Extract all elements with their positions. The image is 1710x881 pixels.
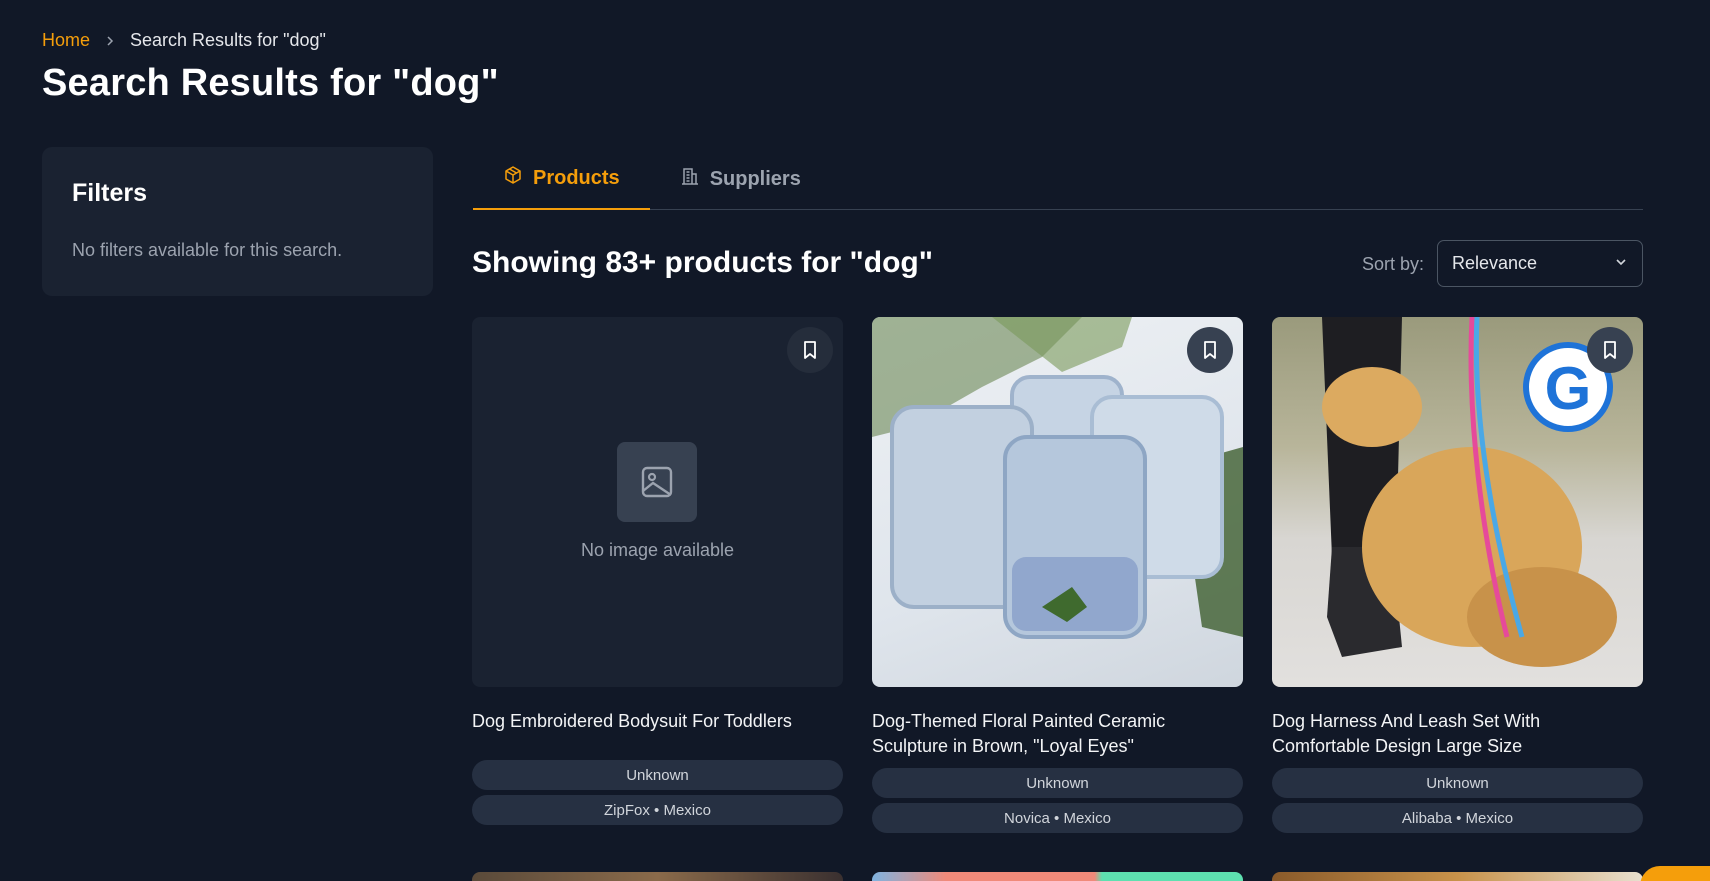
product-source-badge: Alibaba • Mexico — [1272, 803, 1643, 833]
search-results-page: Home Search Results for "dog" Search Res… — [0, 0, 1710, 881]
product-title[interactable]: Dog-Themed Floral Painted Ceramic Sculpt… — [872, 709, 1243, 759]
no-image-text: No image available — [580, 540, 735, 560]
tab-suppliers-label: Suppliers — [709, 167, 801, 190]
product-condition-badge: Unknown — [1272, 768, 1643, 798]
product-card[interactable]: G Dog Harness And Leash Set With Comfort… — [1272, 317, 1643, 833]
product-card[interactable]: Dog-Themed Floral Painted Ceramic Sculpt… — [872, 317, 1243, 833]
product-image[interactable]: G — [1272, 317, 1643, 687]
sort-select[interactable]: Relevance — [1437, 240, 1643, 287]
dog-with-leash-image: G — [1322, 317, 1617, 667]
product-source-badge: ZipFox • Mexico — [472, 795, 843, 825]
product-card-partial[interactable] — [1272, 872, 1643, 881]
product-source-badge: Novica • Mexico — [872, 803, 1243, 833]
building-icon — [680, 166, 700, 192]
product-card-partial[interactable] — [472, 872, 843, 881]
filters-title: Filters — [72, 179, 148, 207]
bookmark-button[interactable] — [1587, 327, 1633, 373]
product-image[interactable] — [872, 317, 1243, 687]
bookmark-icon — [1604, 341, 1616, 359]
bookmark-icon — [1204, 341, 1216, 359]
image-placeholder-icon — [617, 442, 697, 522]
breadcrumb-current: Search Results for "dog" — [130, 30, 326, 50]
box-icon — [503, 165, 523, 191]
tab-products[interactable]: Products — [473, 148, 650, 210]
product-card[interactable]: No image available Dog Embroidered Bodys… — [472, 317, 843, 825]
tab-suppliers[interactable]: Suppliers — [650, 148, 831, 210]
product-condition-badge: Unknown — [472, 760, 843, 790]
result-tabs: Products Suppliers — [473, 148, 1643, 210]
product-condition-badge: Unknown — [872, 768, 1243, 798]
bookmark-icon — [804, 341, 816, 359]
bookmark-button[interactable] — [1187, 327, 1233, 373]
product-image-placeholder[interactable]: No image available — [472, 317, 843, 687]
svg-text:G: G — [1545, 355, 1592, 422]
tab-products-label: Products — [533, 166, 620, 189]
product-title[interactable]: Dog Harness And Leash Set With Comfortab… — [1272, 709, 1643, 759]
product-card-partial[interactable] — [872, 872, 1243, 881]
sort-value: Relevance — [1452, 253, 1538, 273]
sort-label: Sort by: — [1362, 254, 1425, 274]
glass-tumblers-image — [872, 317, 1243, 639]
product-title[interactable]: Dog Embroidered Bodysuit For Toddlers — [472, 709, 843, 751]
filters-panel: Filters No filters available for this se… — [42, 147, 433, 296]
results-heading: Showing 83+ products for "dog" — [472, 246, 933, 279]
page-title: Search Results for "dog" — [42, 62, 499, 104]
floating-action-button[interactable] — [1640, 866, 1710, 881]
filters-empty-message: No filters available for this search. — [72, 240, 343, 260]
bookmark-button[interactable] — [787, 327, 833, 373]
chevron-right-icon — [104, 35, 116, 47]
breadcrumb: Home Search Results for "dog" — [42, 30, 326, 51]
breadcrumb-home-link[interactable]: Home — [42, 30, 90, 51]
chevron-down-icon — [1614, 253, 1628, 274]
